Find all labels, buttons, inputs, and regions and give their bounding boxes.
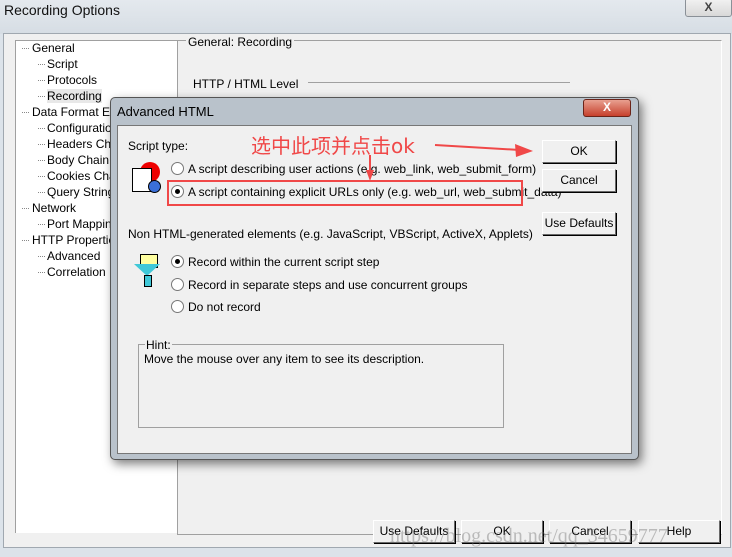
arrow-right-line [434, 144, 521, 151]
arrow-right-head [515, 144, 533, 157]
annotation-arrows [366, 144, 533, 181]
arrow-down-head [366, 170, 374, 181]
